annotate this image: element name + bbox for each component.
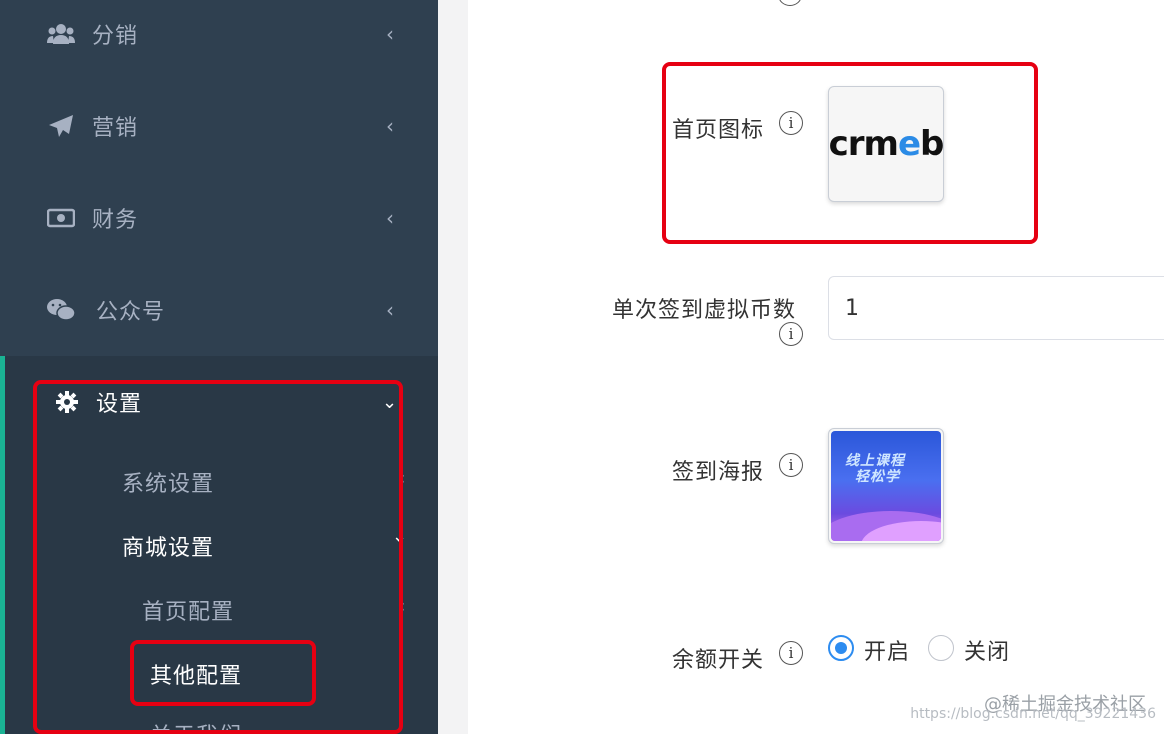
radio-balance-off[interactable]: [928, 635, 954, 661]
chevron-left-icon: ‹: [386, 206, 394, 230]
info-icon[interactable]: i: [779, 453, 803, 477]
poster-image: 线上课程 轻松学: [831, 431, 941, 541]
sidebar-item-label: 营销: [92, 116, 139, 141]
info-icon[interactable]: i: [779, 322, 803, 346]
chevron-left-icon: ‹: [386, 22, 394, 46]
sidebar-item-official-account[interactable]: 公众号 ‹: [0, 264, 438, 356]
sidebar-item-label: 财务: [92, 208, 139, 233]
info-icon-partial: [778, 0, 802, 6]
radio-balance-on-label[interactable]: 开启: [864, 634, 910, 666]
info-icon[interactable]: i: [779, 641, 803, 665]
wechat-icon: [46, 295, 76, 325]
sidebar-item-marketing[interactable]: 营销 ‹: [0, 80, 438, 172]
radio-balance-off-label[interactable]: 关闭: [964, 634, 1010, 666]
sidebar-item-distribution[interactable]: 分销 ‹: [0, 0, 438, 80]
watermark-url: https://blog.csdn.net/qq_39221436: [910, 706, 1156, 722]
sidebar-item-label: 分销: [92, 24, 139, 49]
radio-balance-on[interactable]: [828, 635, 854, 661]
balance-switch-label: 余额开关: [672, 648, 765, 673]
signin-coin-value: 1: [845, 295, 859, 321]
users-icon: [46, 19, 76, 49]
signin-poster-upload[interactable]: 线上课程 轻松学: [828, 428, 944, 544]
signin-poster-label: 签到海报: [672, 460, 765, 485]
poster-title: 线上课程 轻松学: [845, 453, 905, 485]
chevron-left-icon: ‹: [386, 298, 394, 322]
signin-coin-label: 单次签到虚拟币数: [612, 298, 797, 323]
sidebar-item-label: 公众号: [96, 300, 166, 325]
highlight-box-home-icon: [662, 62, 1038, 244]
paper-plane-icon: [46, 111, 76, 141]
signin-coin-input[interactable]: 1: [828, 276, 1164, 340]
money-icon: [46, 203, 76, 233]
sidebar-item-finance[interactable]: 财务 ‹: [0, 172, 438, 264]
chevron-left-icon: ‹: [386, 114, 394, 138]
highlight-box-other-config: [130, 640, 316, 706]
content-gutter: [438, 0, 468, 734]
